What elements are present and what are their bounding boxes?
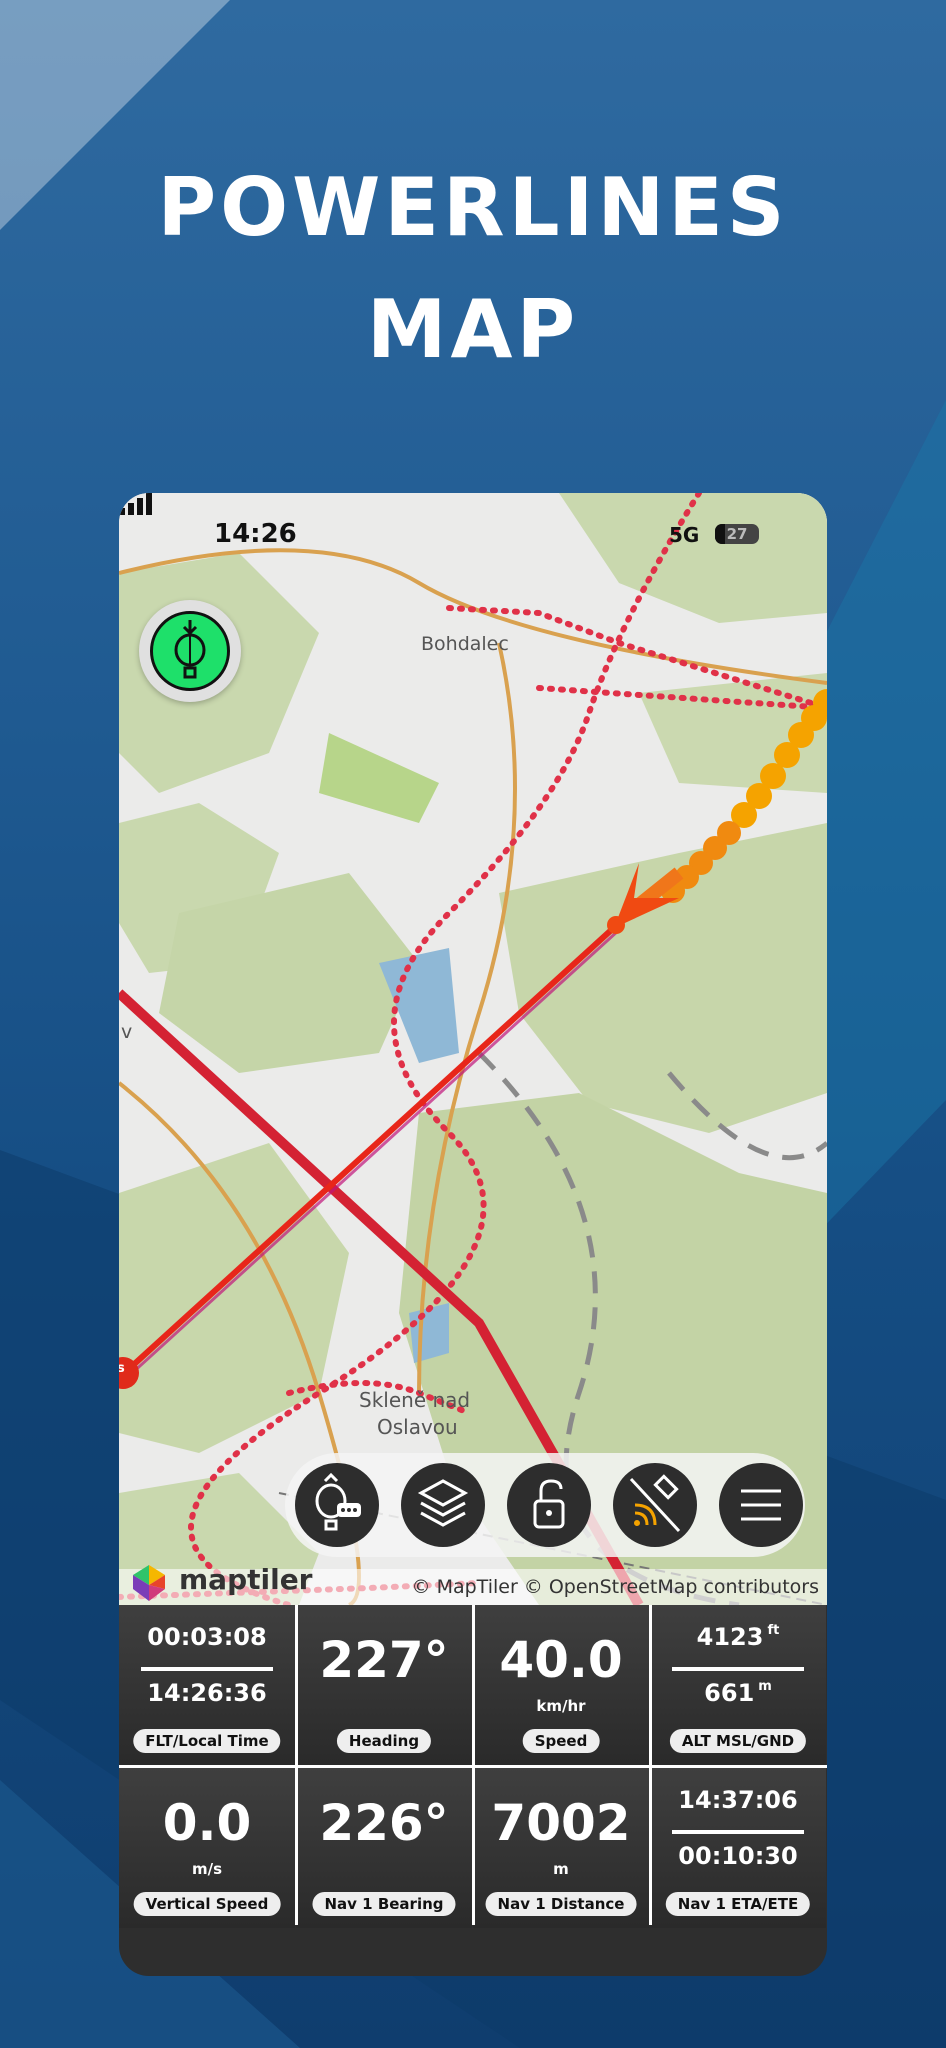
instrument-heading[interactable]: 227° Heading (296, 1605, 472, 1765)
hamburger-menu-icon (741, 1489, 781, 1521)
balloon-chat-icon (315, 1472, 361, 1531)
satellite-signal-icon (629, 1474, 681, 1533)
battery-level: 27 (726, 525, 748, 543)
balloon-chat-button[interactable] (295, 1463, 379, 1547)
altitude-msl-unit: ft (767, 1623, 780, 1638)
instrument-label: Vertical Speed (133, 1892, 281, 1916)
maptiler-logo: maptiler (127, 1561, 313, 1605)
altitude-msl: 4123 ft (650, 1623, 826, 1651)
gps-signal-button[interactable] (613, 1463, 697, 1547)
flight-time-value: 00:03:08 (147, 1623, 267, 1651)
instrument-label: Nav 1 Distance (485, 1892, 637, 1916)
divider (672, 1830, 804, 1834)
nav-eta-value: 14:37:06 (678, 1786, 798, 1814)
map-attribution[interactable]: © MapTiler © OpenStreetMap contributors (412, 1576, 819, 1598)
waypoint-label: s (119, 1361, 125, 1376)
instrument-speed[interactable]: 40.0 km/hr Speed (473, 1605, 649, 1765)
lock-button[interactable] (507, 1463, 591, 1547)
map-view[interactable]: Bohdalec Skleně nad Oslavou v s 14:26 5G… (119, 493, 827, 1605)
status-time: 14:26 (214, 519, 297, 549)
hot-air-balloon-icon (174, 620, 206, 679)
nav-distance-value: 7002 (491, 1794, 631, 1852)
map-control-bar (285, 1453, 805, 1557)
map-label-sklene: Skleně nad (359, 1388, 471, 1412)
nav-bearing-value: 226° (319, 1794, 449, 1852)
phone-screen: Bohdalec Skleně nad Oslavou v s 14:26 5G… (119, 493, 827, 1976)
cellular-signal-icon (119, 493, 152, 515)
local-time-value: 14:26:36 (147, 1679, 267, 1707)
instrument-label: FLT/Local Time (133, 1729, 281, 1753)
balloon-follow-button[interactable] (139, 600, 241, 702)
maptiler-logo-text: maptiler (179, 1563, 313, 1596)
vertical-speed-unit: m/s (191, 1860, 223, 1878)
instrument-label: Heading (336, 1729, 432, 1753)
speed-unit: km/hr (536, 1697, 586, 1715)
instrument-nav-bearing[interactable]: 226° Nav 1 Bearing (296, 1768, 472, 1928)
promo-title-line1: POWERLINES (157, 161, 789, 254)
nav-ete-value: 00:10:30 (678, 1842, 798, 1870)
grid-divider (119, 1765, 827, 1768)
unlocked-padlock-icon (533, 1479, 565, 1529)
divider (672, 1667, 804, 1671)
layers-icon (417, 1479, 469, 1527)
status-bar: 14:26 5G 27 (119, 493, 827, 583)
altitude-msl-value: 4123 (696, 1623, 764, 1651)
instrument-nav-eta[interactable]: 14:37:06 00:10:30 Nav 1 ETA/ETE (650, 1768, 826, 1928)
speed-value: 40.0 (499, 1631, 623, 1689)
altitude-gnd-unit: m (758, 1679, 772, 1694)
promo-title-line2: MAP (366, 283, 580, 376)
heading-value: 227° (319, 1631, 449, 1689)
divider (141, 1667, 273, 1671)
altitude-gnd: 661 m (650, 1679, 826, 1707)
battery-icon: 27 (715, 524, 759, 544)
instrument-label: Nav 1 ETA/ETE (665, 1892, 811, 1916)
instrument-nav-distance[interactable]: 7002 m Nav 1 Distance (473, 1768, 649, 1928)
map-label-v: v (121, 1021, 133, 1043)
instrument-label: Nav 1 Bearing (312, 1892, 456, 1916)
map-label-oslavou: Oslavou (377, 1415, 458, 1439)
layers-button[interactable] (401, 1463, 485, 1547)
menu-button[interactable] (719, 1463, 803, 1547)
instrument-label: Speed (522, 1729, 600, 1753)
instrument-label: ALT MSL/GND (669, 1729, 807, 1753)
nav-distance-unit: m (553, 1860, 569, 1878)
network-type: 5G (669, 523, 700, 547)
map-label-bohdalec: Bohdalec (421, 633, 509, 655)
instrument-panel: 00:03:08 14:26:36 FLT/Local Time 227° He… (119, 1605, 827, 1928)
instrument-vertical-speed[interactable]: 0.0 m/s Vertical Speed (119, 1768, 295, 1928)
altitude-gnd-value: 661 (704, 1679, 755, 1707)
maptiler-logo-icon (133, 1565, 165, 1601)
vertical-speed-value: 0.0 (162, 1794, 252, 1852)
instrument-flight-time[interactable]: 00:03:08 14:26:36 FLT/Local Time (119, 1605, 295, 1765)
instrument-altitude[interactable]: 4123 ft 661 m ALT MSL/GND (650, 1605, 826, 1765)
